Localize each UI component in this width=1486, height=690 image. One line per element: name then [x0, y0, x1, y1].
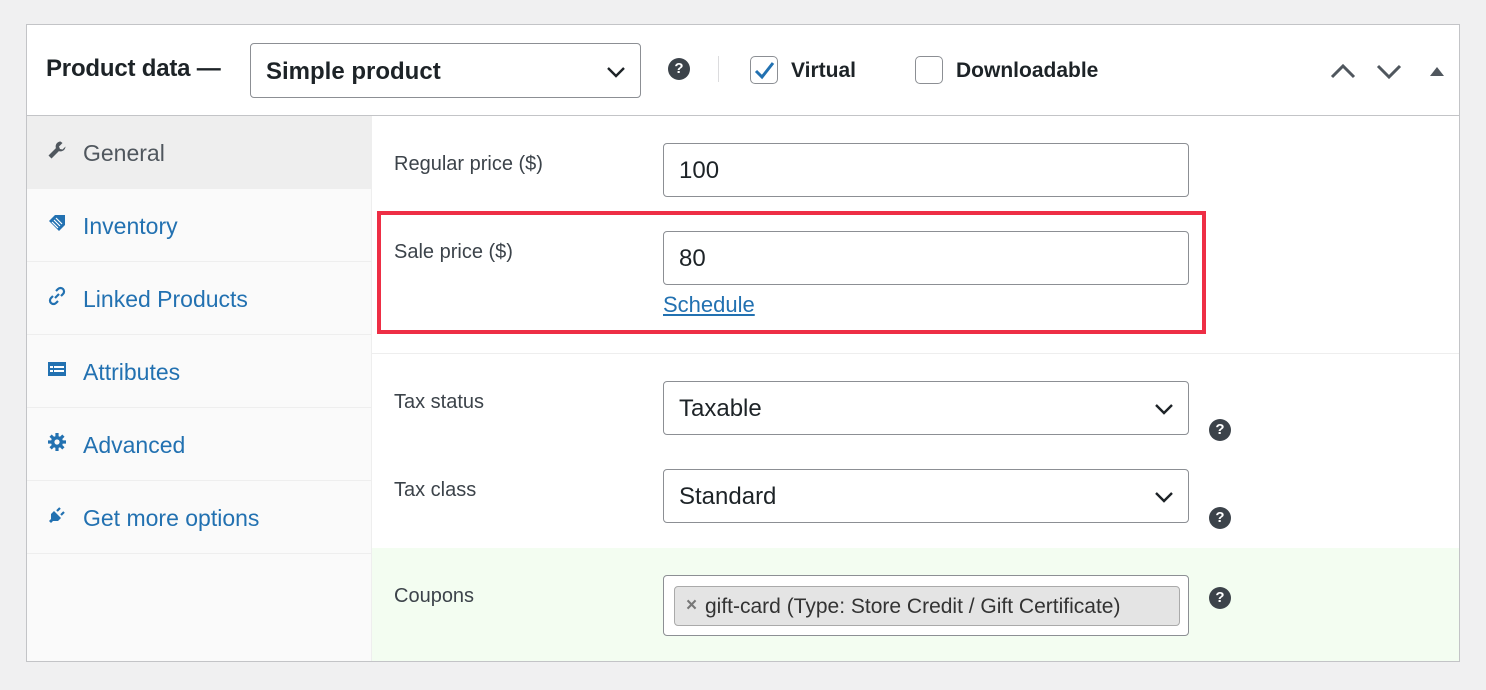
move-up-button[interactable]	[1328, 56, 1358, 86]
help-icon[interactable]: ?	[1209, 419, 1231, 441]
tab-get-more-options[interactable]: Get more options	[27, 481, 372, 554]
coupons-section: Coupons × gift-card (Type: Store Credit …	[372, 548, 1459, 661]
collapse-toggle-button[interactable]	[1422, 56, 1452, 86]
tab-label: Linked Products	[83, 286, 248, 312]
product-data-header: Product data — Simple product ? Virtual …	[27, 25, 1459, 116]
product-data-title: Product data —	[46, 55, 221, 82]
virtual-checkbox[interactable]	[750, 56, 778, 84]
help-icon[interactable]: ?	[1209, 507, 1231, 529]
tax-class-select[interactable]: Standard	[663, 469, 1189, 523]
downloadable-label[interactable]: Downloadable	[956, 59, 1098, 83]
tab-advanced[interactable]: Advanced	[27, 408, 372, 481]
tab-linked-products[interactable]: Linked Products	[27, 262, 372, 335]
tab-label: Advanced	[83, 432, 186, 458]
checkmark-icon	[754, 62, 775, 80]
tab-label: Get more options	[83, 505, 260, 531]
product-type-select[interactable]: Simple product	[250, 43, 641, 98]
tab-attributes[interactable]: Attributes	[27, 335, 372, 408]
virtual-label[interactable]: Virtual	[791, 59, 856, 83]
coupon-tag-label: gift-card (Type: Store Credit / Gift Cer…	[705, 595, 1121, 618]
regular-price-value: 100	[679, 157, 720, 184]
coupons-multiselect[interactable]: × gift-card (Type: Store Credit / Gift C…	[663, 575, 1189, 636]
section-divider	[372, 353, 1459, 354]
regular-price-label: Regular price ($)	[394, 153, 543, 175]
sale-price-label: Sale price ($)	[394, 241, 513, 263]
gear-icon	[48, 433, 66, 451]
tag-icon	[49, 215, 65, 231]
general-tab-content: Regular price ($) 100 Sale price ($) 80 …	[372, 116, 1459, 661]
product-type-value: Simple product	[266, 58, 441, 85]
chevron-down-icon	[607, 67, 625, 78]
downloadable-checkbox[interactable]	[915, 56, 943, 84]
tax-class-value: Standard	[679, 483, 777, 510]
schedule-link[interactable]: Schedule	[663, 292, 755, 318]
tab-general[interactable]: General	[27, 116, 372, 189]
divider	[718, 56, 719, 82]
help-icon[interactable]: ?	[1209, 587, 1231, 609]
coupons-label: Coupons	[394, 585, 475, 607]
product-data-panel: Product data — Simple product ? Virtual …	[26, 24, 1460, 662]
chevron-down-icon	[1155, 404, 1173, 415]
tab-label: Inventory	[83, 213, 178, 239]
tab-label: General	[83, 140, 165, 166]
regular-price-input[interactable]: 100	[663, 143, 1189, 197]
tab-inventory[interactable]: Inventory	[27, 189, 372, 262]
plugin-icon	[49, 507, 65, 523]
remove-tag-button[interactable]: ×	[686, 595, 697, 617]
help-icon[interactable]: ?	[668, 58, 690, 80]
link-icon	[48, 286, 66, 306]
tax-status-select[interactable]: Taxable	[663, 381, 1189, 435]
tax-status-value: Taxable	[679, 395, 762, 422]
coupon-tag: × gift-card (Type: Store Credit / Gift C…	[674, 586, 1180, 626]
list-table-icon	[48, 362, 66, 376]
sale-price-input[interactable]: 80	[663, 231, 1189, 285]
tax-status-label: Tax status	[394, 391, 485, 413]
chevron-down-icon	[1155, 492, 1173, 503]
tab-label: Attributes	[83, 359, 181, 385]
wrench-icon	[48, 141, 66, 159]
sale-price-value: 80	[679, 245, 706, 272]
tax-class-label: Tax class	[394, 479, 477, 501]
product-data-tabs: General Inventory Linked Products Attrib…	[27, 116, 372, 661]
move-down-button[interactable]	[1374, 56, 1404, 86]
